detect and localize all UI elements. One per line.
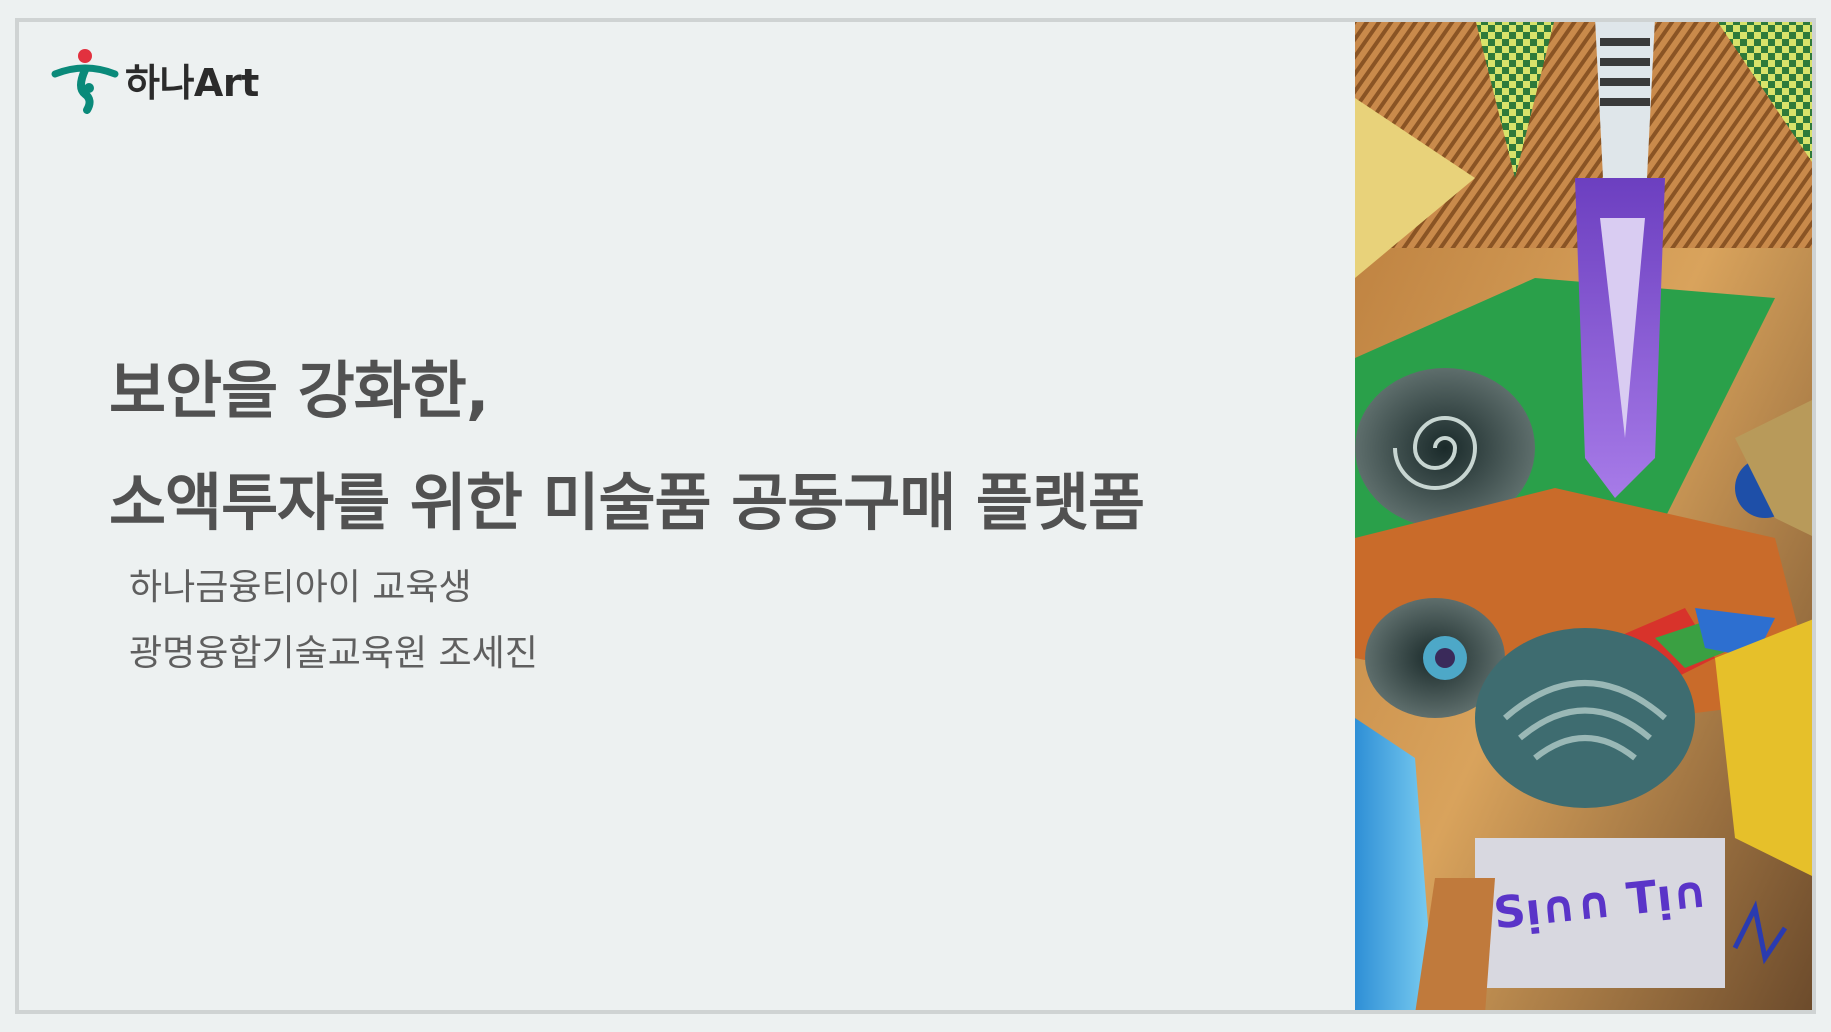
presentation-slide: 하나Art 보안을 강화한, 소액투자를 위한 미술품 공동구매 플랫폼 하나금… [15,18,1816,1014]
presenter-affiliation: 하나금융티아이 교육생 [129,567,472,608]
graffiti-artwork-image: Sᴉ∩∩ Tᴉ∩ [1355,22,1812,1010]
slide-title-line-2: 소액투자를 위한 미술품 공동구매 플랫폼 [109,466,1145,539]
brand-logo-text: 하나Art [125,60,259,105]
brand-logo: 하나Art [49,44,259,114]
presenter-name: 광명융합기술교육원 조세진 [129,633,538,674]
slide-title-line-1: 보안을 강화한, [109,354,489,427]
hana-logo-icon [51,49,119,114]
